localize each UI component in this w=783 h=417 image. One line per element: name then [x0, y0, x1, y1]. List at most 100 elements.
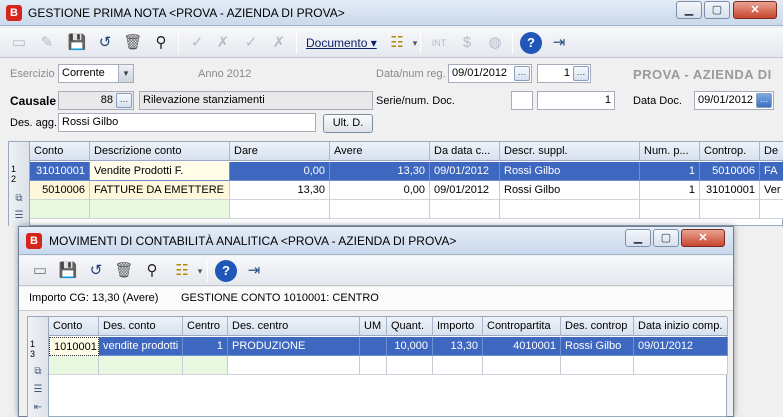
table-cell[interactable]: 13,30 [433, 337, 483, 356]
search-icon[interactable]: ⚲ [150, 32, 172, 54]
num-reg-picker-icon[interactable]: … [573, 66, 589, 81]
table-cell[interactable]: 1 [640, 162, 700, 181]
help-icon[interactable]: ? [215, 260, 237, 282]
table-cell[interactable]: vendite prodotti [99, 337, 183, 356]
column-header[interactable]: UM [360, 317, 387, 336]
column-header[interactable]: Conto [49, 317, 99, 336]
new-row[interactable] [30, 200, 783, 219]
edit-icon[interactable]: ✎ [36, 32, 58, 54]
chevron-down-icon[interactable]: ▼ [118, 65, 133, 82]
table-cell[interactable]: Rossi Gilbo [561, 337, 634, 356]
column-header[interactable]: Da data c... [430, 142, 500, 161]
column-header[interactable]: Num. p... [640, 142, 700, 161]
column-header[interactable]: Quant. [387, 317, 433, 336]
table-cell[interactable]: 5010006 [700, 162, 760, 181]
close-icon[interactable]: ✕ [681, 229, 725, 247]
row-action-icon[interactable]: ⧉ [30, 365, 46, 379]
documento-menu[interactable]: Documento ▾ [306, 32, 377, 54]
table-cell[interactable]: 1 [183, 337, 228, 356]
table-cell[interactable]: FATTURE DA EMETTERE [90, 181, 230, 200]
table-row[interactable]: 1010001 vendite prodotti 1 PRODUZIONE 10… [49, 337, 728, 356]
esercizio-select[interactable]: Corrente ▼ [58, 64, 134, 83]
new-icon[interactable]: ▭ [8, 32, 30, 54]
table-cell[interactable]: Vendite Prodotti F. [90, 162, 230, 181]
table-cell[interactable]: Rossi Gilbo [500, 162, 640, 181]
table-cell[interactable] [760, 200, 783, 219]
table-cell[interactable] [561, 356, 634, 375]
table-cell[interactable] [430, 200, 500, 219]
num-doc-field[interactable]: 1 [537, 91, 615, 110]
table-cell[interactable]: 13,30 [330, 162, 430, 181]
column-header[interactable]: Dare [230, 142, 330, 161]
table-cell[interactable] [99, 356, 183, 375]
main-titlebar[interactable]: B GESTIONE PRIMA NOTA <PROVA - AZIENDA D… [0, 0, 783, 26]
table-cell[interactable] [30, 200, 90, 219]
exit-icon[interactable]: ⇥ [243, 260, 265, 282]
table-cell[interactable]: 0,00 [230, 162, 330, 181]
table-row[interactable]: 31010001 Vendite Prodotti F. 0,00 13,30 … [30, 162, 783, 181]
table-cell[interactable]: 09/01/2012 [430, 162, 500, 181]
table-cell[interactable]: 31010001 [30, 162, 90, 181]
table-cell[interactable] [700, 200, 760, 219]
column-header[interactable]: Centro [183, 317, 228, 336]
globe-icon[interactable]: ◍ [484, 32, 506, 54]
table-cell[interactable] [360, 356, 387, 375]
table-cell[interactable] [330, 200, 430, 219]
column-header[interactable]: Descr. suppl. [500, 142, 640, 161]
column-header[interactable]: Des. centro [228, 317, 360, 336]
column-header[interactable]: Data inizio comp. [634, 317, 728, 336]
minimize-icon[interactable]: ▁ [625, 229, 651, 247]
table-cell[interactable]: 09/01/2012 [430, 181, 500, 200]
uncheck-icon[interactable]: ✗ [212, 32, 234, 54]
list-icon[interactable]: ☰ [11, 209, 27, 223]
column-header[interactable]: Controp. [700, 142, 760, 161]
column-header[interactable]: Descrizione conto [90, 142, 230, 161]
save-icon[interactable]: 💾 [66, 32, 88, 54]
table-cell[interactable]: 1 [640, 181, 700, 200]
table-cell[interactable]: 10,000 [387, 337, 433, 356]
table-cell[interactable] [230, 200, 330, 219]
table-cell[interactable]: Rossi Gilbo [500, 181, 640, 200]
table-cell[interactable] [433, 356, 483, 375]
table-cell[interactable]: 1010001 [49, 337, 99, 356]
import-icon[interactable]: ⇤ [30, 401, 46, 415]
table-cell[interactable]: 13,30 [230, 181, 330, 200]
table-cell[interactable] [49, 356, 99, 375]
calendar-picker-icon[interactable]: … [756, 93, 772, 108]
causale-picker-icon[interactable]: … [116, 93, 132, 108]
column-header[interactable]: Avere [330, 142, 430, 161]
dialog-titlebar[interactable]: B MOVIMENTI DI CONTABILITÀ ANALITICA <PR… [19, 227, 733, 255]
check-icon[interactable]: ✓ [186, 32, 208, 54]
search-icon[interactable]: ⚲ [141, 260, 163, 282]
table-row[interactable]: 5010006 FATTURE DA EMETTERE 13,30 0,00 0… [30, 181, 783, 200]
table-cell[interactable] [634, 356, 728, 375]
table-cell[interactable]: 5010006 [30, 181, 90, 200]
table-cell[interactable] [387, 356, 433, 375]
column-header[interactable]: Contropartita [483, 317, 561, 336]
ult-d-button[interactable]: Ult. D. [323, 114, 373, 133]
table-cell[interactable]: 0,00 [330, 181, 430, 200]
num-reg-field[interactable]: 1 … [537, 64, 591, 83]
check-alt-icon[interactable]: ✓ [240, 32, 262, 54]
des-agg-field[interactable]: Rossi Gilbo [58, 113, 316, 132]
column-header[interactable]: Des. conto [99, 317, 183, 336]
maximize-icon[interactable]: ▢ [704, 1, 730, 19]
delete-icon[interactable]: 🗑 [122, 32, 144, 54]
list-icon[interactable]: ☰ [30, 383, 46, 397]
delete-icon[interactable]: 🗑 [113, 260, 135, 282]
new-icon[interactable]: ▭ [29, 260, 51, 282]
table-cell[interactable] [228, 356, 360, 375]
data-reg-field[interactable]: 09/01/2012 … [448, 64, 532, 83]
table-cell[interactable]: FA [760, 162, 783, 181]
table-cell[interactable]: 09/01/2012 [634, 337, 728, 356]
chevron-down-icon[interactable]: ▾ [404, 32, 426, 54]
currency-icon[interactable]: $ [456, 32, 478, 54]
table-cell[interactable]: 31010001 [700, 181, 760, 200]
maximize-icon[interactable]: ▢ [653, 229, 679, 247]
table-cell[interactable] [483, 356, 561, 375]
undo-icon[interactable]: ↺ [85, 260, 107, 282]
table-cell[interactable]: PRODUZIONE [228, 337, 360, 356]
table-cell[interactable]: Ver [760, 181, 783, 200]
uncheck-alt-icon[interactable]: ✗ [268, 32, 290, 54]
column-header[interactable]: Conto [30, 142, 90, 161]
